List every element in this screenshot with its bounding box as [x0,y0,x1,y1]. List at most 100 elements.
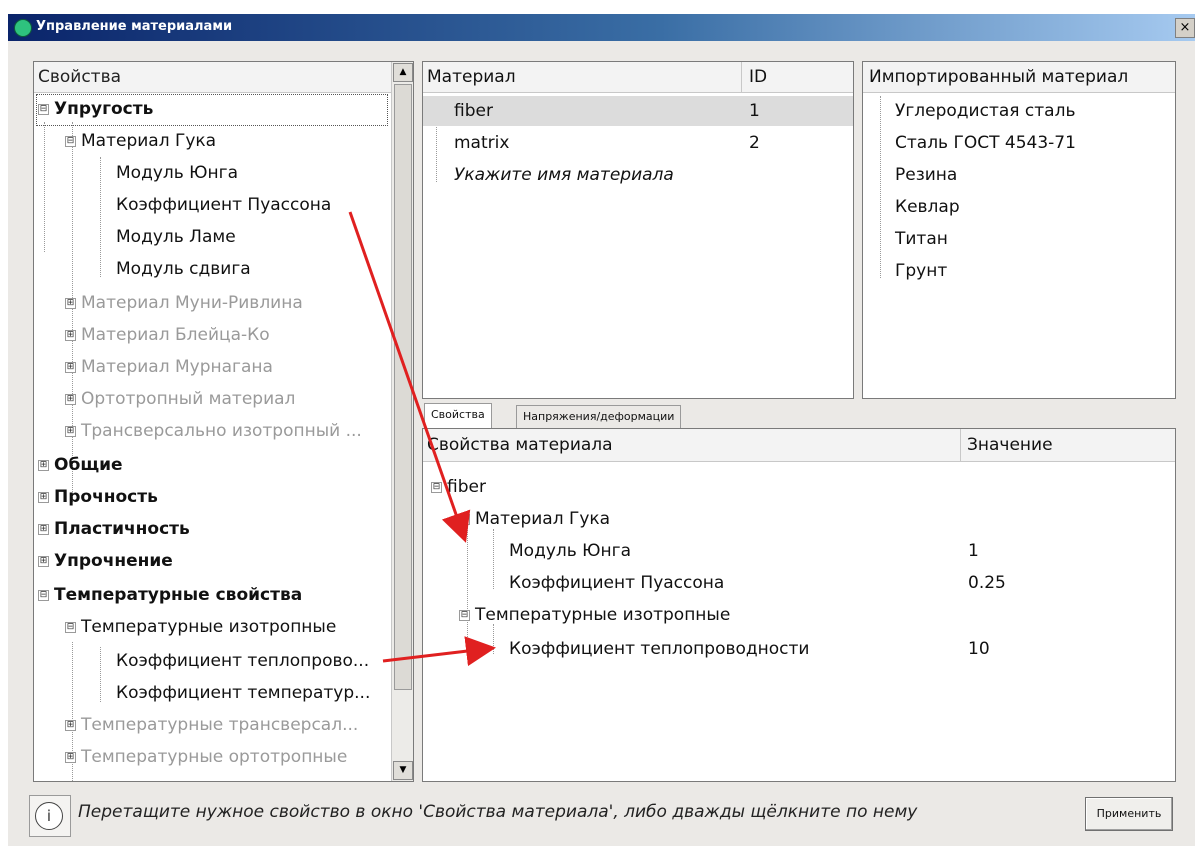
prop-poisson[interactable]: Коэффициент Пуассона [509,567,724,599]
prop-node-hooke[interactable]: ⊟ Материал Гука [459,503,610,535]
tree-item-elasticity[interactable]: ⊟ Упругость [38,94,153,124]
expand-icon[interactable]: ⊞ [65,719,76,731]
prop-poisson-value[interactable]: 0.25 [968,567,1006,599]
expand-icon[interactable]: ⊞ [38,523,49,535]
tree-item-transversal[interactable]: ⊞ Трансверсально изотропный ... [65,416,362,446]
tree-item-label: Материал Мурнагана [81,357,273,377]
imported-item[interactable]: Кевлар [895,192,960,222]
imported-item[interactable]: Углеродистая сталь [895,96,1075,126]
prop-young-value[interactable]: 1 [968,535,979,567]
tree-item-blatz[interactable]: ⊞ Материал Блейца-Ко [65,320,270,350]
tree-item-label: Температурные свойства [54,585,303,605]
imported-item[interactable]: Титан [895,224,948,254]
tree-item-thermal-isotropic[interactable]: ⊟ Температурные изотропные [65,612,336,642]
tree-item-thermal-transversal[interactable]: ⊞ Температурные трансверсал... [65,710,358,740]
material-name-placeholder: Укажите имя материала [454,165,674,185]
collapse-icon[interactable]: ⊟ [38,589,49,601]
scroll-down-icon[interactable]: ▼ [393,761,413,780]
collapse-icon[interactable]: ⊟ [459,513,470,525]
collapse-icon[interactable]: ⊟ [38,103,49,115]
expand-icon[interactable]: ⊞ [65,751,76,763]
column-divider [741,62,742,92]
material-id: 1 [749,101,760,121]
imported-item[interactable]: Грунт [895,256,947,286]
collapse-icon[interactable]: ⊟ [65,621,76,633]
properties-column-header[interactable]: Свойства материала [427,429,613,461]
prop-thermal-conductivity[interactable]: Коэффициент теплопроводности [509,633,809,665]
tree-item-general[interactable]: ⊞ Общие [38,450,123,480]
tree-item-shear[interactable]: Модуль сдвига [116,254,251,284]
id-column-header[interactable]: ID [749,62,767,92]
expand-icon[interactable]: ⊞ [38,459,49,471]
tree-item-orthotropic[interactable]: ⊞ Ортотропный материал [65,384,295,414]
hint-text: Перетащите нужное свойство в окно 'Свойс… [78,802,918,822]
tree-item-label: Температурные трансверсал... [81,715,359,735]
imported-item[interactable]: Резина [895,160,957,190]
tree-item-label: Материал Блейца-Ко [81,325,270,345]
material-row-matrix[interactable]: matrix 2 [423,128,853,158]
tree-item-label: Ортотропный материал [81,389,296,409]
imported-materials-list[interactable]: Импортированный материал Углеродистая ст… [862,61,1176,399]
expand-icon[interactable]: ⊞ [65,425,76,437]
properties-tree[interactable]: Свойства ⊟ Упругость ⊟ Материал Гука Модул… [33,61,414,782]
scrollbar-thumb[interactable] [394,84,412,690]
collapse-icon[interactable]: ⊟ [431,481,442,493]
materials-list[interactable]: Материал ID fiber 1 matrix 2 Укажите имя… [422,61,854,399]
tab-properties[interactable]: Свойства [424,403,492,428]
tree-item-murnaghan[interactable]: ⊞ Материал Мурнагана [65,352,273,382]
imported-header[interactable]: Импортированный материал [863,62,1175,93]
prop-label: Температурные изотропные [475,605,731,625]
tree-item-thermal-conductivity[interactable]: Коэффициент теплопрово... [116,646,369,676]
materials-window: Управление материалами × Свойства ⊟ Упруг… [0,0,1195,846]
tree-item-label: Материал Гука [81,131,217,151]
collapse-icon[interactable]: ⊟ [459,609,470,621]
tree-item-thermal-orthotropic[interactable]: ⊞ Температурные ортотропные [65,742,347,772]
tree-item-young[interactable]: Модуль Юнга [116,158,238,188]
apply-button[interactable]: Применить [1085,797,1173,831]
material-name: fiber [454,101,493,121]
imported-item[interactable]: Сталь ГОСТ 4543-71 [895,128,1076,158]
tree-scrollbar[interactable]: ▲ ▼ [391,62,413,781]
prop-node-thermal-isotropic[interactable]: ⊟ Температурные изотропные [459,599,730,631]
tree-item-label: Температурные ортотропные [81,747,348,767]
tree-item-hardening[interactable]: ⊞ Упрочнение [38,546,173,576]
material-id: 2 [749,133,760,153]
material-properties-tree[interactable]: Свойства материала Значение ⊟ fiber ⊟ Мате… [422,428,1176,782]
expand-icon[interactable]: ⊞ [38,491,49,503]
tree-item-label: Трансверсально изотропный ... [81,421,362,441]
prop-thermal-conductivity-value[interactable]: 10 [968,633,990,665]
column-divider [960,429,961,461]
material-column-header[interactable]: Материал [427,62,516,92]
tree-item-label: Упругость [54,99,154,119]
material-row-fiber[interactable]: fiber 1 [423,96,853,126]
prop-young[interactable]: Модуль Юнга [509,535,631,567]
tree-item-label: Температурные изотропные [81,617,337,637]
tree-item-plasticity[interactable]: ⊞ Пластичность [38,514,190,544]
collapse-icon[interactable]: ⊟ [65,135,76,147]
tree-item-mooney[interactable]: ⊞ Материал Муни-Ривлина [65,288,303,318]
tree-item-thermal[interactable]: ⊟ Температурные свойства [38,580,302,610]
properties-tree-header[interactable]: Свойства [34,62,393,93]
expand-icon[interactable]: ⊞ [65,329,76,341]
tree-line [467,527,468,657]
tree-item-lame[interactable]: Модуль Ламе [116,222,236,252]
expand-icon[interactable]: ⊞ [65,393,76,405]
expand-icon[interactable]: ⊞ [65,297,76,309]
new-material-input[interactable]: Укажите имя материала [423,160,853,190]
title-bar: Управление материалами × [8,14,1195,41]
close-icon[interactable]: × [1175,18,1195,38]
scroll-up-icon[interactable]: ▲ [393,63,413,82]
tree-item-poisson[interactable]: Коэффициент Пуассона [116,190,331,220]
tree-item-thermal-expansion[interactable]: Коэффициент температур... [116,678,370,708]
materials-header: Материал ID [423,62,853,93]
window-title: Управление материалами [36,19,233,34]
tree-item-strength[interactable]: ⊞ Прочность [38,482,158,512]
app-icon [14,19,32,37]
expand-icon[interactable]: ⊞ [38,555,49,567]
prop-node-fiber[interactable]: ⊟ fiber [431,471,486,503]
tree-item-label: Прочность [54,487,158,507]
value-column-header[interactable]: Значение [967,429,1053,461]
tab-stress-strain[interactable]: Напряжения/деформации [516,405,682,428]
expand-icon[interactable]: ⊞ [65,361,76,373]
tree-item-hooke[interactable]: ⊟ Материал Гука [65,126,216,156]
